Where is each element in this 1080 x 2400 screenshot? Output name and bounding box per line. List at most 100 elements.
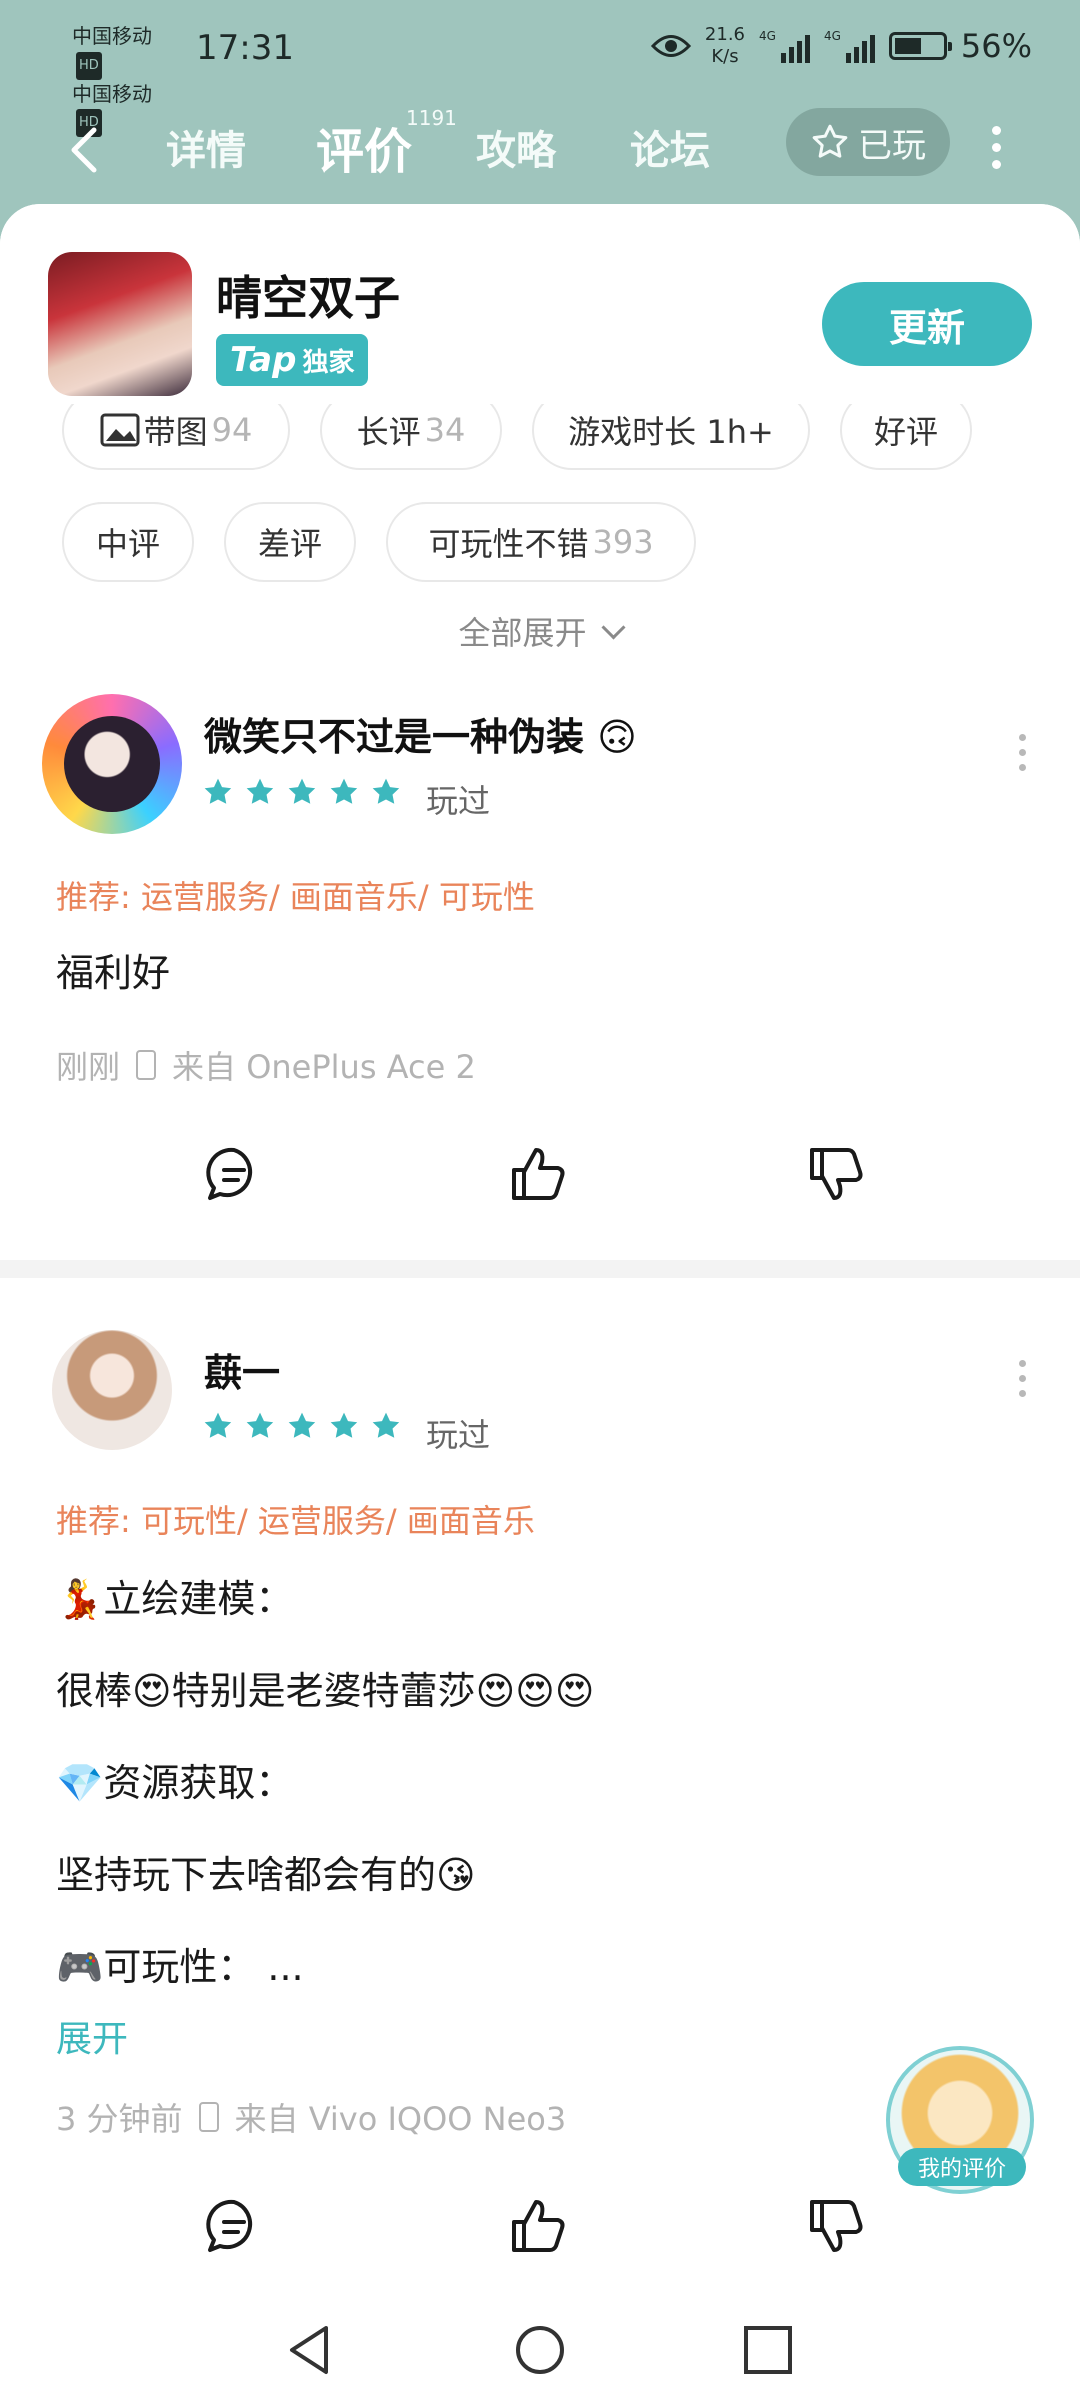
review-text-line: 💎资源获取： bbox=[56, 1761, 294, 1805]
played-button[interactable]: 已玩 bbox=[786, 108, 950, 176]
filter-label: 长评 bbox=[356, 413, 421, 451]
filter-chip-playability[interactable]: 可玩性不错 393 bbox=[386, 502, 696, 582]
signal-tag: 4G bbox=[823, 29, 841, 43]
hd-badge: HD bbox=[76, 51, 102, 80]
battery-fill bbox=[894, 38, 921, 54]
filter-count: 393 bbox=[592, 523, 654, 561]
review-count-badge: 1191 bbox=[406, 106, 457, 130]
star-icon bbox=[372, 778, 400, 804]
review-text-line: 坚持玩下去啥都会有的😘 bbox=[56, 1853, 476, 1897]
divider bbox=[0, 1260, 1080, 1278]
review-text-line: 💃立绘建模： bbox=[56, 1577, 294, 1621]
net-speed-unit: K/s bbox=[711, 46, 739, 67]
eye-icon bbox=[650, 35, 691, 57]
battery-icon bbox=[888, 32, 952, 60]
review-device: 来自 Vivo IQOO Neo3 bbox=[234, 2100, 567, 2138]
thumbs-down-icon[interactable] bbox=[806, 1144, 866, 1204]
rating-stars bbox=[202, 776, 402, 808]
expand-all-button[interactable]: 全部展开 bbox=[0, 608, 1080, 654]
expand-all-label: 全部展开 bbox=[458, 614, 587, 652]
rating-stars bbox=[202, 1410, 402, 1442]
review-username[interactable]: 微笑只不过是一种伪装 🙃 bbox=[204, 706, 637, 761]
more-vert-icon[interactable] bbox=[986, 120, 1006, 180]
nav-recents-icon[interactable] bbox=[740, 2322, 796, 2378]
review-actions bbox=[0, 2196, 1080, 2276]
played-label: 已玩 bbox=[858, 125, 926, 166]
recommend-tags: 推荐: 可玩性/ 运营服务/ 画面音乐 bbox=[56, 1502, 535, 1540]
star-outline-icon bbox=[812, 124, 848, 158]
nav-home-icon[interactable] bbox=[512, 2322, 568, 2378]
star-icon bbox=[204, 778, 232, 804]
signal-tag: 4G bbox=[759, 29, 776, 43]
status-icons: 21.6 K/s 4G 4G 56% bbox=[650, 24, 1032, 68]
top-nav: 详情 评价 1191 攻略 论坛 已玩 bbox=[0, 100, 1080, 200]
filter-label: 中评 bbox=[95, 525, 160, 563]
update-button[interactable]: 更新 bbox=[822, 282, 1032, 366]
filter-chip-negative[interactable]: 差评 bbox=[224, 502, 356, 582]
carrier-1: 中国移动 bbox=[72, 24, 152, 48]
filter-label: 游戏时长 1h+ bbox=[568, 413, 774, 451]
thumbs-up-icon[interactable] bbox=[508, 2196, 568, 2256]
review-device: 来自 OnePlus Ace 2 bbox=[172, 1048, 476, 1086]
review-text-line: 福利好 bbox=[56, 951, 171, 995]
filter-label: 好评 bbox=[873, 413, 938, 451]
nav-back-icon[interactable] bbox=[282, 2322, 338, 2378]
review-meta: 刚刚 来自 OnePlus Ace 2 bbox=[56, 1042, 476, 1088]
played-tag: 玩过 bbox=[426, 1416, 491, 1454]
star-icon bbox=[246, 778, 274, 804]
review-text-line: 很棒😍特别是老婆特蕾莎😍😍😍 bbox=[56, 1669, 595, 1713]
star-icon bbox=[330, 1412, 358, 1438]
my-review-button[interactable]: 我的评价 bbox=[898, 2148, 1026, 2186]
review-meta: 3 分钟前 来自 Vivo IQOO Neo3 bbox=[56, 2094, 566, 2140]
tap-exclusive-badge: Tap 独家 bbox=[216, 334, 369, 386]
game-header: 晴空双子 Tap 独家 更新 bbox=[0, 204, 1080, 404]
clock: 17:31 bbox=[196, 28, 294, 68]
star-icon bbox=[204, 1412, 232, 1438]
filter-chip-neutral[interactable]: 中评 bbox=[62, 502, 194, 582]
thumbs-down-icon[interactable] bbox=[806, 2196, 866, 2256]
tab-details[interactable]: 详情 bbox=[166, 118, 246, 176]
comment-icon[interactable] bbox=[204, 1144, 264, 1204]
tap-badge-text: Tap bbox=[230, 340, 297, 380]
tab-reviews[interactable]: 评价 bbox=[316, 112, 412, 182]
filter-label: 差评 bbox=[257, 525, 322, 563]
review-card: 微笑只不过是一种伪装 🙃 玩过 推荐: 运营服务/ 画面音乐/ 可玩性 福利好 bbox=[0, 694, 1080, 1024]
expand-review-link[interactable]: 展开 bbox=[56, 2010, 128, 2062]
image-icon bbox=[100, 413, 140, 447]
review-text-line: 🎮可玩性： ... bbox=[56, 1945, 304, 1989]
signal-icon: 4G bbox=[824, 29, 875, 63]
filter-count: 34 bbox=[424, 411, 466, 449]
star-icon bbox=[288, 1412, 316, 1438]
review-time: 刚刚 bbox=[56, 1048, 121, 1086]
star-icon bbox=[330, 778, 358, 804]
tab-forum[interactable]: 论坛 bbox=[630, 118, 710, 176]
tab-guides[interactable]: 攻略 bbox=[476, 118, 556, 176]
phone-icon bbox=[136, 1050, 157, 1080]
more-vert-icon[interactable] bbox=[1016, 1360, 1028, 1405]
star-icon bbox=[372, 1412, 400, 1438]
signal-icon: 4G bbox=[759, 29, 810, 63]
played-tag: 玩过 bbox=[426, 782, 491, 820]
back-icon[interactable] bbox=[60, 122, 110, 178]
game-icon[interactable] bbox=[48, 252, 192, 396]
review-card: 蕻一 玩过 推荐: 可玩性/ 运营服务/ 画面音乐 💃立绘建模： 很棒😍特别是老… bbox=[0, 1330, 1080, 2130]
star-icon bbox=[288, 778, 316, 804]
recommend-tags: 推荐: 运营服务/ 画面音乐/ 可玩性 bbox=[56, 878, 535, 916]
review-time: 3 分钟前 bbox=[56, 2100, 183, 2138]
avatar[interactable] bbox=[52, 1330, 172, 1450]
exclusive-badge-text: 独家 bbox=[302, 347, 355, 378]
review-actions bbox=[0, 1144, 1080, 1224]
game-title: 晴空双子 bbox=[216, 271, 400, 325]
star-icon bbox=[246, 1412, 274, 1438]
phone-icon bbox=[198, 2102, 219, 2132]
system-nav-bar bbox=[0, 2300, 1080, 2400]
net-speed-value: 21.6 bbox=[704, 24, 745, 45]
status-bar: 中国移动 HD 中国移动 HD 17:31 21.6 K/s 4G 4G 56% bbox=[0, 0, 1080, 137]
more-vert-icon[interactable] bbox=[1016, 734, 1028, 779]
comment-icon[interactable] bbox=[204, 2196, 264, 2256]
thumbs-up-icon[interactable] bbox=[508, 1144, 568, 1204]
avatar[interactable] bbox=[42, 694, 182, 834]
review-username[interactable]: 蕻一 bbox=[204, 1342, 280, 1397]
filter-label: 可玩性不错 bbox=[428, 525, 589, 563]
filter-count: 94 bbox=[211, 411, 253, 449]
